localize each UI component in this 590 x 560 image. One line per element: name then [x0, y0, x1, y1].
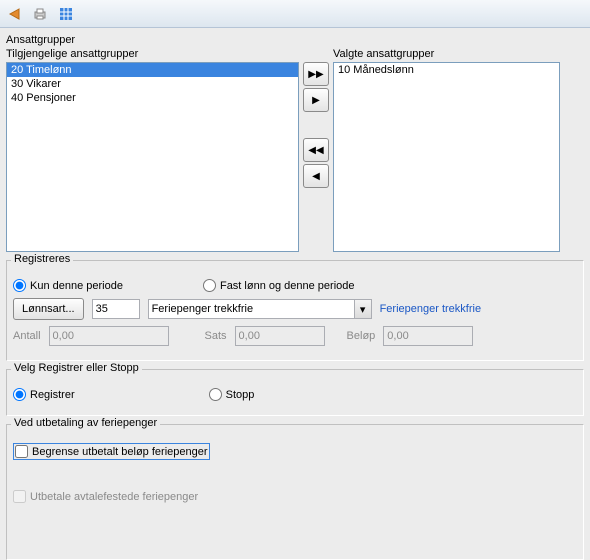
available-label: Tilgjengelige ansattgrupper	[6, 48, 299, 60]
lonnsart-combo-input[interactable]	[148, 299, 354, 319]
radio-fixed[interactable]: Fast lønn og denne periode	[203, 279, 355, 292]
radio-this-period[interactable]: Kun denne periode	[13, 279, 123, 292]
print-icon[interactable]	[32, 6, 48, 22]
radio-stop-label: Stopp	[226, 389, 255, 401]
move-left-button[interactable]: ◀	[303, 164, 329, 188]
lonnsart-combo[interactable]: ▾	[148, 299, 372, 319]
move-all-left-button[interactable]: ◀◀	[303, 138, 329, 162]
selected-listbox[interactable]: 10 Månedslønn	[333, 62, 560, 252]
sats-label: Sats	[205, 330, 227, 342]
radio-register-label: Registrer	[30, 389, 75, 401]
antall-label: Antall	[13, 330, 41, 342]
lonnsart-code-input[interactable]	[92, 299, 140, 319]
feriepenger-link[interactable]: Feriepenger trekkfrie	[380, 303, 482, 315]
chevron-down-icon[interactable]: ▾	[354, 299, 372, 319]
radio-stop-input[interactable]	[209, 388, 222, 401]
antall-input	[49, 326, 169, 346]
limit-checkbox-label: Begrense utbetalt beløp feriepenger	[32, 446, 208, 458]
lonnsart-button[interactable]: Lønnsart...	[13, 298, 84, 320]
groups-title: Ansattgrupper	[6, 32, 584, 48]
list-item[interactable]: 20 Timelønn	[7, 63, 298, 77]
belop-label: Beløp	[347, 330, 376, 342]
contractual-checkbox-input	[13, 490, 26, 503]
toolbar	[0, 0, 590, 28]
radio-fixed-label: Fast lønn og denne periode	[220, 280, 355, 292]
belop-input	[383, 326, 473, 346]
available-listbox[interactable]: 20 Timelønn 30 Vikarer 40 Pensjoner	[6, 62, 299, 252]
action-title: Velg Registrer eller Stopp	[11, 362, 142, 374]
contractual-checkbox: Utbetale avtalefestede feriepenger	[13, 490, 198, 503]
radio-register-input[interactable]	[13, 388, 26, 401]
register-fieldset: Registreres Kun denne periode Fast lønn …	[6, 260, 584, 361]
move-all-right-button[interactable]: ▶▶	[303, 62, 329, 86]
radio-stop[interactable]: Stopp	[209, 388, 255, 401]
limit-checkbox-input[interactable]	[15, 445, 28, 458]
contractual-checkbox-label: Utbetale avtalefestede feriepenger	[30, 491, 198, 503]
sats-input	[235, 326, 325, 346]
grid-icon[interactable]	[58, 6, 74, 22]
limit-checkbox[interactable]: Begrense utbetalt beløp feriepenger	[15, 445, 208, 458]
action-fieldset: Velg Registrer eller Stopp Registrer Sto…	[6, 369, 584, 416]
payout-title: Ved utbetaling av feriepenger	[11, 417, 160, 429]
list-item[interactable]: 30 Vikarer	[7, 77, 298, 91]
dual-listbox: Tilgjengelige ansattgrupper 20 Timelønn …	[6, 48, 584, 252]
payout-fieldset: Ved utbetaling av feriepenger Begrense u…	[6, 424, 584, 560]
back-arrow-icon[interactable]	[6, 6, 22, 22]
list-item[interactable]: 10 Månedslønn	[334, 63, 559, 77]
radio-this-period-input[interactable]	[13, 279, 26, 292]
move-right-button[interactable]: ▶	[303, 88, 329, 112]
selected-label: Valgte ansattgrupper	[333, 48, 560, 60]
register-title: Registreres	[11, 253, 73, 265]
radio-fixed-input[interactable]	[203, 279, 216, 292]
radio-this-period-label: Kun denne periode	[30, 280, 123, 292]
list-item[interactable]: 40 Pensjoner	[7, 91, 298, 105]
radio-register[interactable]: Registrer	[13, 388, 75, 401]
